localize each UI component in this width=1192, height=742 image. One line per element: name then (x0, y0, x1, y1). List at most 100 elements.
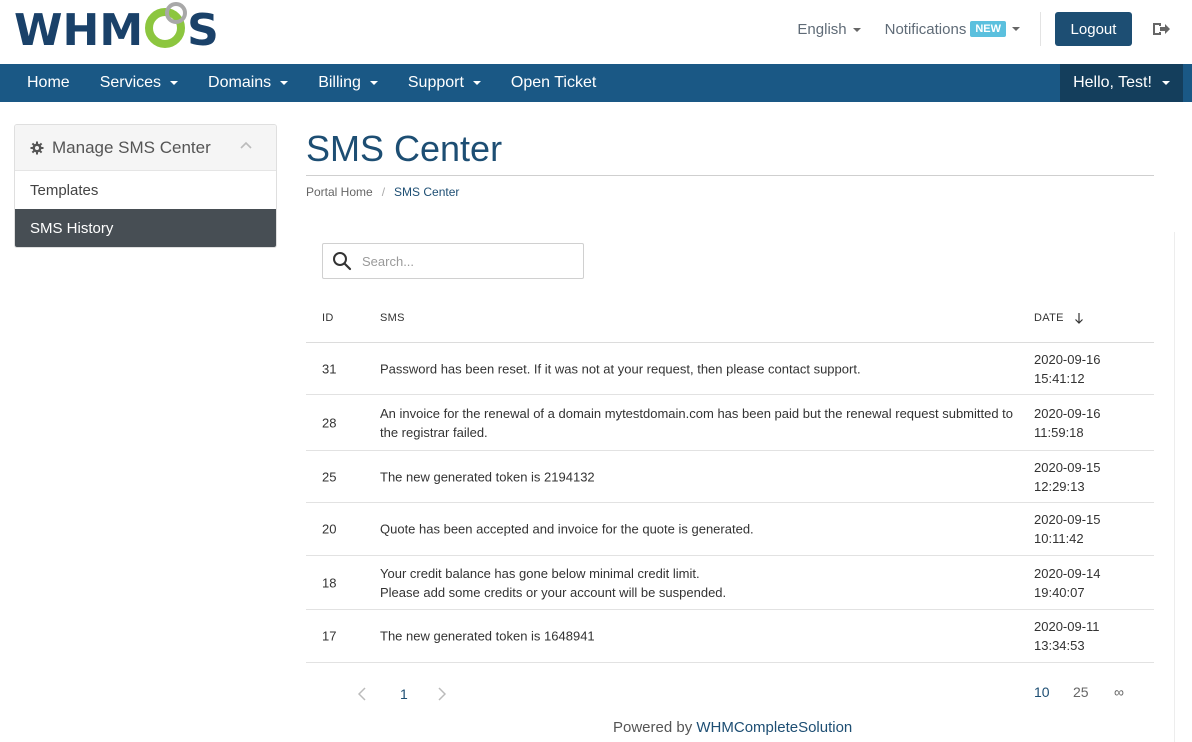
sidebar-header[interactable]: Manage SMS Center (15, 125, 276, 171)
language-dropdown[interactable]: English (797, 21, 861, 38)
logout-button[interactable]: Logout (1055, 12, 1132, 46)
cell-id: 20 (322, 521, 337, 537)
nav-item-billing[interactable]: Billing (303, 64, 393, 102)
nav-item-support[interactable]: Support (393, 64, 496, 102)
caret-down-icon (369, 81, 378, 85)
table-row[interactable]: 25 The new generated token is 2194132 2020… (306, 451, 1154, 503)
date-value: 2020-09-15 (1034, 459, 1101, 475)
panel-edge (1174, 232, 1175, 742)
search-icon (333, 252, 352, 271)
nav-item-domains[interactable]: Domains (193, 64, 303, 102)
sms-text-line: Password has been reset. If it was not a… (380, 361, 861, 376)
cell-sms: Quote has been accepted and invoice for … (380, 520, 1020, 539)
nav-item-services[interactable]: Services (85, 64, 193, 102)
cell-date: 2020-09-15 12:29:13 (1034, 458, 1144, 496)
previous-page-icon[interactable] (358, 687, 366, 701)
time-value: 12:29:13 (1034, 478, 1085, 494)
time-value: 11:59:18 (1034, 424, 1084, 440)
sms-text-line: Quote has been accepted and invoice for … (380, 521, 754, 537)
page-length-10[interactable]: 10 (1034, 684, 1050, 700)
caret-down-icon (472, 81, 481, 85)
sign-out-icon[interactable] (1152, 21, 1170, 37)
column-header-sms[interactable]: SMS (380, 312, 405, 324)
date-value: 2020-09-16 (1034, 351, 1101, 367)
nav-item-open-ticket[interactable]: Open Ticket (496, 64, 611, 102)
main-navbar: Home Services Domains Billing Support Open Ti… (0, 64, 1192, 102)
table-row[interactable]: 20 Quote has been accepted and invoice fo… (306, 503, 1154, 556)
sms-text-line: Please add some credits or your account … (380, 584, 727, 600)
time-value: 19:40:07 (1034, 584, 1085, 600)
time-value: 10:11:42 (1034, 531, 1084, 546)
breadcrumb-sms-center: SMS Center (394, 185, 460, 199)
cell-date: 2020-09-11 13:34:53 (1034, 617, 1144, 655)
cell-id: 31 (322, 361, 337, 376)
notifications-label: Notifications (884, 20, 967, 38)
sidebar-panel: Manage SMS Center Templates SMS History (14, 124, 277, 248)
sidebar-item-sms-history[interactable]: SMS History (15, 209, 276, 247)
caret-down-icon (1161, 81, 1170, 85)
date-value: 2020-09-15 (1034, 512, 1101, 527)
sms-text-line: the registrar failed. (380, 424, 488, 440)
table-row[interactable]: 18 Your credit balance has gone below min… (306, 556, 1154, 610)
table-row[interactable]: 28 An invoice for the renewal of a domain… (306, 395, 1154, 451)
sidebar-title: Manage SMS Center (52, 137, 211, 157)
sms-text-line: An invoice for the renewal of a domain m… (380, 405, 1014, 421)
caret-down-icon (852, 27, 861, 32)
column-header-id[interactable]: ID (322, 312, 334, 324)
caret-down-icon (280, 81, 289, 85)
search-input[interactable] (362, 253, 562, 269)
table-row[interactable]: 31 Password has been reset. If it was not… (306, 343, 1154, 395)
sms-text-line: The new generated token is 2194132 (380, 469, 595, 484)
page-length-25[interactable]: 25 (1073, 684, 1089, 700)
breadcrumb: Portal Home / SMS Center (306, 185, 459, 199)
sidebar-item-templates[interactable]: Templates (15, 171, 276, 209)
date-value: 2020-09-11 (1034, 619, 1100, 634)
cell-id: 17 (322, 628, 337, 644)
sms-text-line: The new generated token is 1648941 (380, 628, 595, 644)
pagination: 1 10 25 ∞ (306, 680, 1154, 710)
divider (1040, 12, 1041, 46)
notifications-dropdown[interactable]: Notifications NEW (885, 21, 1020, 38)
cell-sms: The new generated token is 2194132 (380, 467, 1020, 486)
header: WHM S English Notifications NEW Logout (0, 0, 1192, 64)
cell-sms: An invoice for the renewal of a domain m… (380, 404, 1020, 442)
breadcrumb-portal-home[interactable]: Portal Home (306, 185, 373, 199)
table-header: ID SMS DATE (306, 292, 1154, 343)
cell-id: 25 (322, 469, 337, 484)
cell-sms: Password has been reset. If it was not a… (380, 359, 1020, 378)
caret-down-icon (170, 81, 179, 85)
time-value: 15:41:12 (1034, 370, 1085, 386)
cell-date: 2020-09-14 19:40:07 (1034, 564, 1144, 602)
footer-text: Powered by (613, 719, 697, 736)
page-number[interactable]: 1 (400, 686, 408, 702)
caret-down-icon (1012, 27, 1020, 31)
cell-date: 2020-09-16 11:59:18 (1034, 404, 1144, 442)
sms-history-table: ID SMS DATE 31 Password has been reset. I… (306, 292, 1154, 663)
cell-id: 18 (322, 575, 337, 590)
gear-logo-icon (145, 2, 188, 48)
table-row[interactable]: 17 The new generated token is 1648941 2020… (306, 610, 1154, 663)
title-divider (306, 175, 1154, 176)
footer-link[interactable]: WHMCompleteSolution (696, 719, 852, 736)
next-page-icon[interactable] (438, 687, 446, 701)
cell-sms: Your credit balance has gone below minim… (380, 564, 1020, 602)
date-value: 2020-09-16 (1034, 405, 1101, 421)
time-value: 13:34:53 (1034, 638, 1085, 653)
whmcs-logo[interactable]: WHM S (14, 2, 219, 56)
breadcrumb-separator: / (381, 185, 386, 199)
column-header-date[interactable]: DATE (1034, 312, 1084, 324)
chevron-up-icon[interactable] (240, 141, 252, 149)
cell-date: 2020-09-16 15:41:12 (1034, 350, 1144, 388)
cell-date: 2020-09-15 10:11:42 (1034, 510, 1144, 548)
sms-text-line: Your credit balance has gone below minim… (380, 565, 700, 581)
page-length-all[interactable]: ∞ (1114, 684, 1124, 700)
nav-item-home[interactable]: Home (12, 64, 85, 102)
cog-icon (30, 141, 44, 154)
sort-descending-icon (1074, 313, 1083, 324)
page-title: SMS Center (306, 128, 503, 169)
date-value: 2020-09-14 (1034, 565, 1101, 581)
new-badge: NEW (970, 21, 1006, 37)
search-box (322, 243, 584, 279)
user-menu-dropdown[interactable]: Hello, Test! (1060, 64, 1183, 102)
cell-id: 28 (322, 415, 337, 430)
